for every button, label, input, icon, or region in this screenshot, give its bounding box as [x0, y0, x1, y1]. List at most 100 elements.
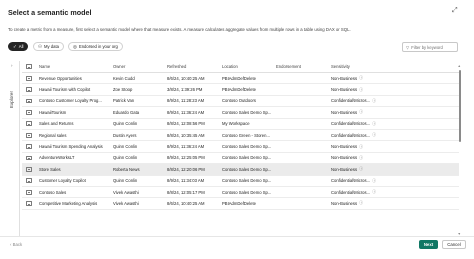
- table-row[interactable]: Store Sales Roberta News 8/8/24, 12:20:06 …: [22, 164, 459, 176]
- filter-my-data-chip[interactable]: ⚇ My data: [33, 42, 64, 51]
- column-header-sensitivity[interactable]: Sensitivity: [331, 61, 381, 72]
- explorer-pane[interactable]: › Explorer: [8, 61, 20, 237]
- row-endorsement: [276, 176, 326, 186]
- row-owner: Eduardo Gata: [113, 109, 140, 115]
- row-sensitivity: Non-Business ⓘ: [331, 198, 381, 208]
- semantic-model-icon: [26, 73, 34, 83]
- info-icon[interactable]: ⓘ: [359, 155, 363, 161]
- scrollbar-thumb[interactable]: [458, 70, 461, 142]
- dialog-title: Select a semantic model: [8, 8, 92, 17]
- row-owner: Vivek Awasthi: [113, 189, 139, 195]
- table-row[interactable]: Hawaii Tourism Spending Analysis Quinn Co…: [22, 141, 459, 153]
- row-refreshed: 8/9/24, 11:36:24 AM: [167, 144, 205, 150]
- row-owner: Dustin Ayers: [113, 132, 137, 138]
- semantic-model-table: Name Owner Refreshed Location Endorsemen…: [22, 61, 459, 210]
- row-sensitivity-label: Confidential\Micros...: [331, 98, 371, 104]
- table-row[interactable]: Sales and Returns Quinn Conlin 8/8/24, 12:…: [22, 119, 459, 130]
- filter-all-label: All: [18, 44, 24, 49]
- row-sensitivity: Non-Business ⓘ: [331, 84, 381, 94]
- back-label: Back: [12, 242, 23, 247]
- row-sensitivity-label: Non-Business: [331, 109, 358, 115]
- table-row[interactable]: HawaiiTourism Eduardo Gata 8/9/24, 11:36:2…: [22, 107, 459, 119]
- row-sensitivity: Non-Business ⓘ: [331, 107, 381, 117]
- row-sensitivity-label: Confidential\Micros...: [331, 178, 371, 184]
- row-endorsement: [276, 198, 326, 208]
- row-sensitivity: Non-Business ⓘ: [331, 153, 381, 163]
- column-header-endorsement[interactable]: Endorsement: [276, 61, 326, 72]
- row-sensitivity-label: Confidential\Micros...: [331, 189, 371, 195]
- info-icon[interactable]: ⓘ: [372, 132, 376, 138]
- next-button[interactable]: Next: [419, 240, 438, 249]
- table-row[interactable]: Contoso Sales Vivek Awasthi 8/8/24, 12:05:…: [22, 187, 459, 199]
- info-icon[interactable]: ⓘ: [372, 178, 376, 184]
- semantic-model-icon: [26, 141, 34, 151]
- checkmark-icon: ✓: [13, 43, 17, 49]
- expand-icon[interactable]: ⤢: [452, 7, 458, 15]
- column-header-location[interactable]: Location: [222, 61, 278, 72]
- row-sensitivity-label: Non-Business: [331, 155, 358, 161]
- cancel-button[interactable]: Cancel: [442, 240, 466, 249]
- info-icon[interactable]: ⓘ: [359, 109, 363, 115]
- row-sensitivity-label: Non-Business: [331, 75, 358, 81]
- info-icon[interactable]: ⓘ: [359, 87, 363, 93]
- filter-endorsed-chip[interactable]: ◎ Endorsed in your org: [68, 42, 123, 51]
- table-header: Name Owner Refreshed Location Endorsemen…: [22, 61, 459, 73]
- filter-keyword-input[interactable]: ▽ Filter by keyword: [402, 42, 458, 52]
- table-row[interactable]: Contoso Customer Loyalty Prog... Patrick …: [22, 96, 459, 108]
- column-header-name[interactable]: Name: [39, 61, 109, 72]
- row-sensitivity-label: Non-Business: [331, 87, 358, 93]
- row-sensitivity-label: Confidential\Micros...: [331, 121, 371, 127]
- endorsed-icon: ◎: [73, 43, 77, 49]
- row-location: Contoso Sales Demo Sp...: [222, 189, 272, 195]
- row-refreshed: 8/8/24, 12:05:17 PM: [167, 189, 205, 195]
- table-row[interactable]: Customer Loyalty Copilot Quinn Conlin 8/9/…: [22, 176, 459, 187]
- semantic-model-icon: [26, 96, 34, 106]
- info-icon[interactable]: ⓘ: [372, 189, 376, 195]
- semantic-model-icon: [26, 176, 34, 186]
- semantic-model-icon: [26, 107, 34, 117]
- row-refreshed: 8/6/24, 10:40:25 AM: [167, 200, 205, 206]
- table-row[interactable]: AdventureWorksLT Quinn Conlin 8/9/24, 12:2…: [22, 153, 459, 165]
- info-icon[interactable]: ⓘ: [359, 200, 363, 206]
- row-endorsement: [276, 141, 326, 151]
- row-owner: Quinn Conlin: [113, 155, 138, 161]
- row-sensitivity-label: Non-Business: [331, 144, 358, 150]
- column-header-owner[interactable]: Owner: [113, 61, 163, 72]
- table-row[interactable]: Regional sales Dustin Ayers 8/8/24, 10:35:…: [22, 130, 459, 142]
- row-owner: Quinn Conlin: [113, 178, 138, 184]
- back-button[interactable]: ‹ Back: [10, 242, 22, 247]
- table-row[interactable]: Revenue Opportunities Kevin Cudd 8/6/24, 1…: [22, 73, 459, 85]
- info-icon[interactable]: ⓘ: [372, 121, 376, 127]
- table-row[interactable]: Competitive Marketing Analysis Vivek Awas…: [22, 198, 459, 210]
- select-semantic-model-dialog: Select a semantic model ⤢ To create a me…: [0, 0, 474, 259]
- column-header-refreshed[interactable]: Refreshed: [167, 61, 217, 72]
- info-icon[interactable]: ⓘ: [372, 98, 376, 104]
- row-location: Contoso Sales Demo Sp...: [222, 109, 272, 115]
- filter-all-chip[interactable]: ✓ All: [8, 42, 28, 51]
- info-icon[interactable]: ⓘ: [359, 144, 363, 150]
- filter-endorsed-label: Endorsed in your org: [78, 44, 118, 49]
- chevron-right-icon[interactable]: ›: [11, 63, 13, 68]
- row-name: Revenue Opportunities: [39, 75, 82, 81]
- row-name: Hawaii Tourism with Copilot: [39, 87, 91, 93]
- scroll-up-icon[interactable]: ▲: [458, 64, 461, 68]
- filter-icon: ▽: [406, 44, 410, 50]
- semantic-model-icon: [26, 119, 34, 129]
- table-scrollbar[interactable]: ▲ ▼: [458, 64, 461, 236]
- row-name: Contoso Customer Loyalty Prog...: [39, 98, 102, 104]
- explorer-label: Explorer: [9, 91, 14, 109]
- row-name: Sales and Returns: [39, 121, 74, 127]
- row-endorsement: [276, 73, 326, 83]
- row-owner: Kevin Cudd: [113, 75, 135, 81]
- semantic-model-icon: [26, 130, 34, 140]
- row-name: AdventureWorksLT: [39, 155, 75, 161]
- info-icon[interactable]: ⓘ: [359, 75, 363, 81]
- row-name: Regional sales: [39, 132, 67, 138]
- info-icon[interactable]: ⓘ: [359, 166, 363, 172]
- row-sensitivity: Confidential\Micros... ⓘ: [331, 96, 381, 106]
- row-owner: Patrick Van: [113, 98, 135, 104]
- row-refreshed: 8/8/24, 10:35:45 AM: [167, 132, 205, 138]
- row-location: Contoso Sales Demo Sp...: [222, 166, 272, 172]
- row-sensitivity-label: Confidential\Micros...: [331, 132, 371, 138]
- table-row[interactable]: Hawaii Tourism with Copilot Zoe Stoop 3/8/…: [22, 84, 459, 96]
